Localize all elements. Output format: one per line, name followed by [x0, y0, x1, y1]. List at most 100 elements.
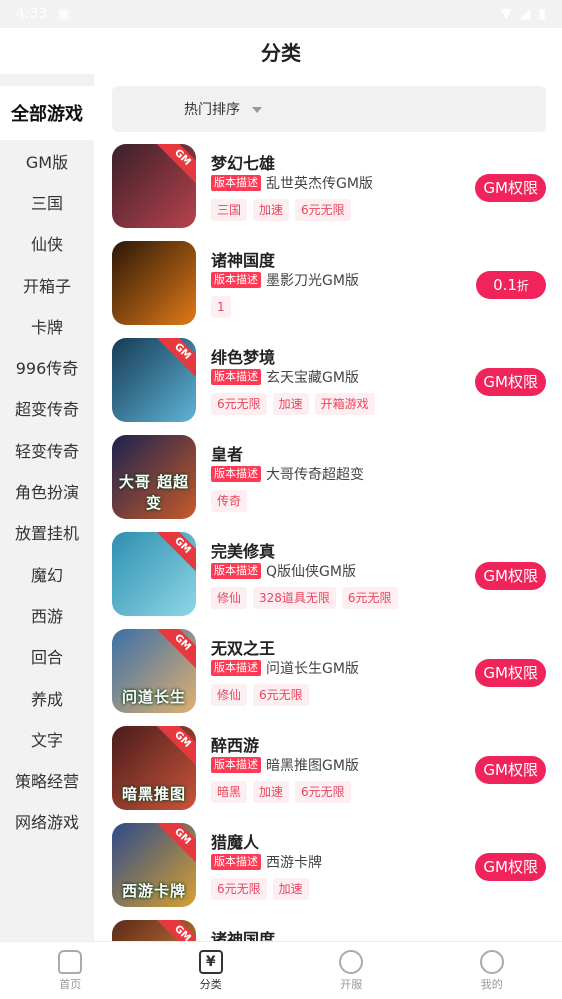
game-tags: 6元无限 加速 [211, 878, 546, 900]
game-icon[interactable]: GM 暗黑推图 [112, 726, 196, 810]
game-icon[interactable]: 大哥 超超变 [112, 435, 196, 519]
game-icon[interactable]: GM [112, 338, 196, 422]
status-bar: 4:33 ▣ ▼ ◢ ▮ [0, 0, 562, 28]
sidebar-item[interactable]: 网络游戏 [0, 801, 94, 842]
sidebar-item[interactable]: 轻变传奇 [0, 429, 94, 470]
desc-badge: 版本描述 [211, 369, 261, 385]
game-tag: 1 [211, 296, 231, 318]
game-icon[interactable]: GM [112, 144, 196, 228]
sidebar-item[interactable]: 卡牌 [0, 305, 94, 346]
tab-server[interactable]: 开服 [281, 942, 422, 999]
wifi-icon: ▼ [500, 6, 512, 22]
sidebar-item[interactable]: 996传奇 [0, 346, 94, 387]
sidebar-item[interactable]: 放置挂机 [0, 512, 94, 553]
game-tag: 暗黑 [211, 781, 248, 803]
game-tags: 修仙 6元无限 [211, 684, 546, 706]
desc-badge: 版本描述 [211, 175, 261, 191]
icon-art-text: 西游卡牌 [121, 882, 186, 900]
sidebar-item[interactable]: 开箱子 [0, 264, 94, 305]
category-sidebar: 全部游戏 GM版 三国 仙侠 开箱子 卡牌 996传奇 超变传奇 轻变传奇 角色扮演 放置挂机 魔幻西… [0, 74, 94, 941]
game-action-button[interactable]: GM权限 [475, 562, 546, 590]
icon-art-text: 问道长生 [121, 688, 186, 706]
pill-label: GM权限 [483, 664, 538, 682]
game-list: GM 梦幻七雄 版本描述 乱世英杰传GM版 三国 加速 6元无限 GM权限 诸神国度 版本描述 墨影… [112, 144, 546, 941]
game-row[interactable]: GM 西游卡牌 猎魔人 版本描述 西游卡牌 6元无限 加速 GM权限 [112, 823, 546, 920]
sidebar-item[interactable]: 仙侠 [0, 223, 94, 264]
sidebar-item[interactable]: 回合 [0, 636, 94, 677]
sidebar-item[interactable]: 文字 [0, 718, 94, 759]
game-name: 诸神国度 [211, 930, 276, 941]
alarm-clock-icon [339, 949, 364, 974]
desc-badge: 版本描述 [211, 466, 261, 482]
game-action-button[interactable]: 0.1折 [476, 271, 546, 299]
sort-label: 热门排序 [184, 102, 240, 118]
game-icon[interactable] [112, 241, 196, 325]
game-desc: 乱世英杰传GM版 [266, 176, 373, 192]
game-tags: 传奇 [211, 490, 546, 512]
game-desc: 大哥传奇超超变 [266, 467, 364, 483]
signal-icon: ◢ [519, 6, 531, 22]
sidebar-item[interactable]: 魔幻 [0, 553, 94, 594]
game-tags: 暗黑 加速 6元无限 [211, 781, 546, 803]
game-tag: 传奇 [211, 490, 248, 512]
game-row[interactable]: GM 绯色梦境 版本描述 玄天宝藏GM版 6元无限 加速 开箱游戏 GM权限 [112, 338, 546, 435]
game-row[interactable]: 大哥 超超变 皇者 版本描述 大哥传奇超超变 传奇 [112, 435, 546, 532]
game-icon[interactable]: GM [112, 920, 196, 941]
pill-label: GM权限 [483, 761, 538, 779]
game-row[interactable]: 诸神国度版本描述 墨影刀光GM版 1 0.1折 [112, 241, 546, 338]
sidebar-item[interactable]: 角色扮演 [0, 470, 94, 511]
game-action-button[interactable]: GM权限 [475, 853, 546, 881]
game-tag: 6元无限 [211, 878, 267, 900]
tab-me[interactable]: 我的 [422, 942, 562, 999]
gm-corner-badge: GM [153, 920, 196, 941]
game-row[interactable]: GM 诸神国度 [112, 920, 546, 941]
game-icon[interactable]: GM 问道长生 [112, 629, 196, 713]
tab-home[interactable]: 首页 [0, 942, 141, 999]
game-row[interactable]: GM 完美修真 版本描述 Q版仙侠GM版 修仙 328道具无限 6元无限 GM权限 [112, 532, 546, 629]
gm-corner-badge: GM [153, 726, 196, 769]
tab-label: 开服 [340, 977, 363, 991]
game-name: 醉西游 [211, 736, 260, 755]
game-name: 诸神国度 [211, 251, 276, 270]
game-name: 猎魔人 [211, 833, 260, 852]
desc-badge: 版本描述 [211, 272, 261, 288]
game-tag: 6元无限 [295, 199, 351, 221]
sidebar-item[interactable]: 西游 [0, 594, 94, 635]
game-icon[interactable]: GM [112, 532, 196, 616]
game-tag: 修仙 [211, 587, 248, 609]
game-action-button[interactable]: GM权限 [475, 756, 546, 784]
sort-dropdown[interactable]: 热门排序 [112, 86, 546, 132]
game-row[interactable]: GM 暗黑推图 醉西游 版本描述 暗黑推图GM版 暗黑 加速 6元无限 GM权限 [112, 726, 546, 823]
game-desc: 墨影刀光GM版 [266, 273, 359, 289]
game-tag: 开箱游戏 [314, 393, 375, 415]
desc-badge: 版本描述 [211, 660, 261, 676]
game-row[interactable]: GM 梦幻七雄 版本描述 乱世英杰传GM版 三国 加速 6元无限 GM权限 [112, 144, 546, 241]
sidebar-item[interactable]: 全部游戏 [0, 86, 94, 140]
game-name: 梦幻七雄 [211, 154, 276, 173]
gm-corner-badge: GM [153, 823, 196, 866]
game-tags: 修仙 328道具无限 6元无限 [211, 587, 546, 609]
game-tag: 6元无限 [341, 587, 398, 609]
pill-label: GM权限 [483, 567, 538, 585]
game-tag: 加速 [253, 199, 290, 221]
gm-corner-badge: GM [153, 629, 196, 672]
game-row[interactable]: GM 问道长生 无双之王 版本描述 问道长生GM版 修仙 6元无限 GM权限 [112, 629, 546, 726]
game-action-button[interactable]: GM权限 [475, 368, 546, 396]
game-action-button[interactable]: GM权限 [475, 659, 546, 687]
tab-category[interactable]: ¥ 分类 [141, 942, 282, 999]
game-info: 诸神国度 [211, 920, 546, 941]
tab-label: 分类 [199, 977, 222, 991]
battery-icon: ▮ [538, 6, 546, 22]
sidebar-item[interactable]: 策略经营 [0, 759, 94, 800]
game-tags: 6元无限 加速 开箱游戏 [211, 393, 546, 415]
gm-corner-badge: GM [153, 532, 196, 575]
game-action-button[interactable]: GM权限 [475, 174, 546, 202]
sidebar-item[interactable]: 三国 [0, 181, 94, 222]
game-icon[interactable]: GM 西游卡牌 [112, 823, 196, 907]
sidebar-item[interactable]: GM版 [0, 140, 94, 181]
sidebar-item[interactable]: 超变传奇 [0, 388, 94, 429]
icon-art-text: 大哥 超超变 [118, 473, 190, 512]
sidebar-item[interactable]: 养成 [0, 677, 94, 718]
pill-label: GM权限 [483, 373, 538, 391]
game-tag: 修仙 [211, 684, 248, 706]
